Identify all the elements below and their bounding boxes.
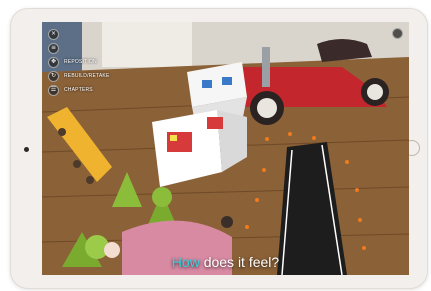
settings-icon[interactable] <box>392 28 403 39</box>
ar-side-menu: × ≡ ✥ Reposition ↻ Rebuild/Retake ☰ Chap… <box>48 28 110 96</box>
ipad-frame: × ≡ ✥ Reposition ↻ Rebuild/Retake ☰ Chap… <box>10 8 428 289</box>
floor-dot <box>221 216 233 228</box>
caption-text: does it feel? <box>199 254 280 270</box>
rebuild-icon[interactable]: ↻ <box>48 70 59 82</box>
menu-row-close[interactable]: × <box>48 28 110 40</box>
menu-row-reposition[interactable]: ✥ Reposition <box>48 56 110 68</box>
menu-icon[interactable]: ≡ <box>48 42 59 54</box>
menu-row-menu[interactable]: ≡ <box>48 42 110 54</box>
close-icon[interactable]: × <box>48 28 59 40</box>
chapters-icon[interactable]: ☰ <box>48 84 59 96</box>
reposition-icon[interactable]: ✥ <box>48 56 59 68</box>
white-cabinet <box>102 22 192 67</box>
menu-row-rebuild[interactable]: ↻ Rebuild/Retake <box>48 70 110 82</box>
reposition-label: Reposition <box>64 59 97 65</box>
caption: How does it feel? <box>42 254 409 270</box>
chapters-label: Chapters <box>64 87 93 93</box>
ar-viewport[interactable]: × ≡ ✥ Reposition ↻ Rebuild/Retake ☰ Chap… <box>42 22 409 275</box>
front-camera-icon <box>24 147 29 152</box>
rebuild-label: Rebuild/Retake <box>64 73 110 79</box>
caption-highlight: How <box>171 254 200 270</box>
menu-row-chapters[interactable]: ☰ Chapters <box>48 84 110 96</box>
